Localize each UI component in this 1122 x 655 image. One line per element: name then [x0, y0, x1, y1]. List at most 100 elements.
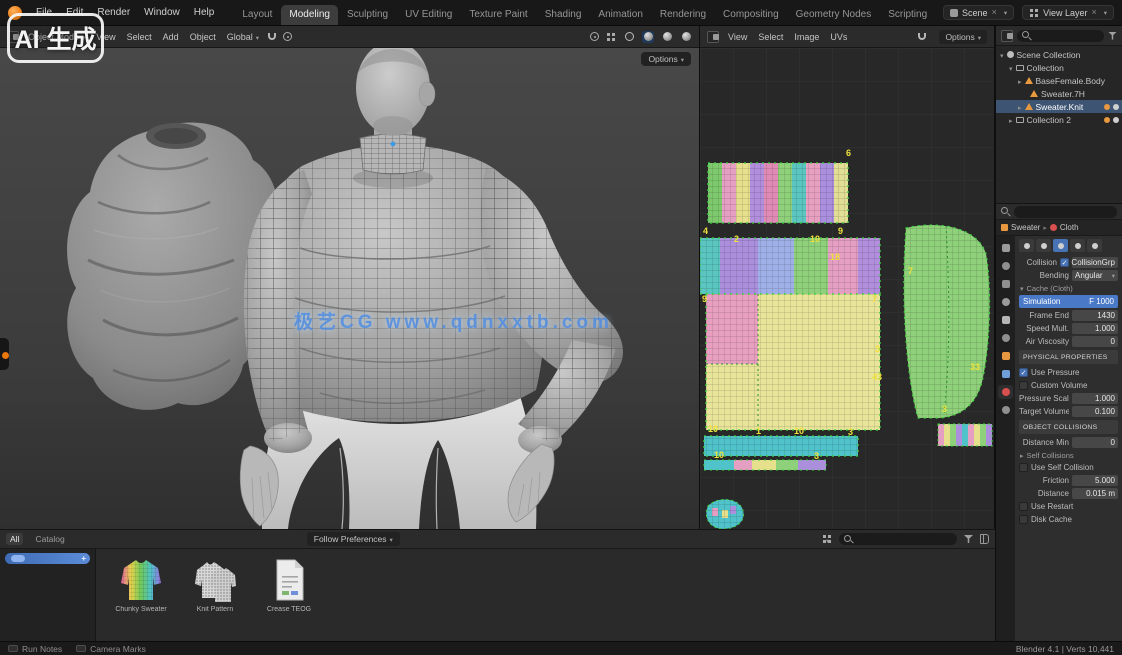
breadcrumb-panel[interactable]: Cloth — [1060, 223, 1079, 232]
asset-item[interactable]: Knit Pattern — [186, 554, 244, 639]
prop-field[interactable]: 0.100 — [1072, 406, 1118, 417]
section-physical-properties[interactable]: Physical Properties — [1019, 350, 1118, 364]
prop-checkbox[interactable] — [1060, 258, 1069, 267]
uv-island-sleeve[interactable] — [904, 225, 990, 418]
menu-add[interactable]: Add — [161, 31, 181, 43]
tab-animation[interactable]: Animation — [590, 5, 650, 25]
prop-field[interactable]: 5.000 — [1072, 475, 1118, 486]
uv-menu-uvs[interactable]: UVs — [828, 31, 849, 43]
menu-window[interactable]: Window — [138, 5, 186, 20]
collision-button[interactable] — [1036, 239, 1051, 252]
prop-row-simulation[interactable]: Simulation F 1000 — [1019, 295, 1118, 308]
asset-library-icon[interactable] — [980, 534, 989, 544]
transform-orientation-dropdown[interactable]: Global — [225, 31, 261, 43]
expand-icon[interactable] — [1018, 76, 1022, 86]
tab-tool[interactable] — [998, 241, 1013, 255]
uv-island-collar[interactable] — [706, 499, 743, 529]
tab-uv-editing[interactable]: UV Editing — [397, 5, 460, 25]
proportional-editing-icon[interactable] — [283, 32, 292, 41]
tab-object-data[interactable] — [998, 403, 1013, 417]
tab-modeling[interactable]: Modeling — [281, 5, 338, 25]
tab-physics[interactable] — [998, 385, 1013, 399]
tab-render[interactable] — [998, 259, 1013, 273]
prop-field[interactable]: 1.000 — [1072, 323, 1118, 334]
prop-field[interactable]: 1.000 — [1072, 393, 1118, 404]
visibility-icon[interactable] — [1113, 117, 1119, 123]
tab-geometry-nodes[interactable]: Geometry Nodes — [788, 5, 880, 25]
uv-options-dropdown[interactable]: Options — [939, 30, 987, 44]
force-field-button[interactable] — [1019, 239, 1034, 252]
tab-layout[interactable]: Layout — [234, 5, 280, 25]
menu-object[interactable]: Object — [188, 31, 218, 43]
overlays-icon[interactable] — [607, 33, 610, 36]
uv-menu-view[interactable]: View — [726, 31, 749, 43]
catalog-size-slider[interactable] — [5, 553, 90, 564]
outliner-item-collection[interactable]: Collection — [996, 61, 1122, 74]
menu-help[interactable]: Help — [188, 5, 221, 20]
filter-funnel-icon[interactable] — [964, 535, 973, 543]
expand-icon[interactable] — [1009, 115, 1013, 125]
cloth-button[interactable] — [1053, 239, 1068, 252]
outliner-filter-icon[interactable] — [1108, 32, 1117, 40]
tab-compositing[interactable]: Compositing — [715, 5, 787, 25]
outliner-item-basefemale[interactable]: BaseFemale.Body — [996, 74, 1122, 87]
prop-checkbox[interactable] — [1019, 381, 1028, 390]
display-mode-icon[interactable] — [823, 535, 826, 538]
properties-search-input[interactable] — [1014, 206, 1117, 218]
outliner-item-scene-collection[interactable]: Scene Collection — [996, 48, 1122, 61]
tab-modifiers[interactable] — [998, 367, 1013, 381]
asset-item[interactable]: Crease TEOG — [260, 554, 318, 639]
shading-material-button[interactable] — [661, 31, 673, 43]
outliner-item-sweater-7h[interactable]: Sweater.7H — [996, 87, 1122, 100]
prop-checkbox[interactable] — [1019, 463, 1028, 472]
prop-field[interactable]: 1430 — [1072, 310, 1118, 321]
shading-rendered-button[interactable] — [680, 31, 692, 43]
uv-island-cuff-band[interactable] — [708, 163, 848, 223]
uv-canvas[interactable]: 6 9 4 2 10 18 7 9 3 43 10 — [700, 48, 994, 529]
uv-menu-select[interactable]: Select — [756, 31, 785, 43]
scene-selector[interactable]: Scene × — [943, 5, 1014, 20]
uv-island-stripe-pack[interactable] — [938, 424, 992, 446]
expand-icon[interactable] — [1000, 50, 1004, 60]
prop-checkbox[interactable] — [1019, 515, 1028, 524]
breadcrumb-object[interactable]: Sweater — [1011, 223, 1040, 232]
prop-checkbox[interactable] — [1019, 368, 1028, 377]
uv-island-body[interactable] — [700, 238, 880, 430]
view-layer-selector[interactable]: View Layer × — [1022, 5, 1114, 20]
asset-item[interactable]: Chunky Sweater — [112, 554, 170, 639]
uv-editor-type-icon[interactable] — [707, 31, 719, 43]
prop-field[interactable]: 0 — [1072, 437, 1118, 448]
tab-texture-paint[interactable]: Texture Paint — [461, 5, 535, 25]
uv-menu-image[interactable]: Image — [792, 31, 821, 43]
prop-field[interactable]: 0.015 m — [1072, 488, 1118, 499]
visibility-icon[interactable] — [1113, 104, 1119, 110]
menu-select[interactable]: Select — [125, 31, 154, 43]
tab-scene[interactable] — [998, 313, 1013, 327]
outliner-item-sweater-knit[interactable]: Sweater.Knit — [996, 100, 1122, 113]
viewport-3d-canvas[interactable]: Options — [0, 48, 699, 529]
tab-object[interactable] — [998, 349, 1013, 363]
tab-rendering[interactable]: Rendering — [652, 5, 714, 25]
unlink-scene-icon[interactable]: × — [992, 8, 997, 17]
soft-body-button[interactable] — [1070, 239, 1085, 252]
outliner-search-input[interactable] — [1017, 30, 1104, 42]
tab-world[interactable] — [998, 331, 1013, 345]
tab-scripting[interactable]: Scripting — [880, 5, 935, 25]
prop-field[interactable]: CollisionGrp — [1072, 257, 1118, 268]
show-gizmo-icon[interactable] — [590, 32, 599, 41]
snap-magnet-icon[interactable] — [268, 33, 276, 40]
panel-header-self-collisions[interactable]: Self Collisions — [1017, 449, 1120, 461]
viewport-options-dropdown[interactable]: Options — [641, 52, 691, 66]
shading-wireframe-button[interactable] — [623, 31, 635, 43]
shading-solid-button[interactable] — [642, 31, 654, 43]
outliner-item-collection-2[interactable]: Collection 2 — [996, 113, 1122, 126]
uv-snap-icon[interactable] — [918, 33, 926, 40]
tab-shading[interactable]: Shading — [537, 5, 590, 25]
tab-sculpting[interactable]: Sculpting — [339, 5, 396, 25]
panel-header-cache[interactable]: Cache (Cloth) — [1017, 282, 1120, 294]
fluid-button[interactable] — [1087, 239, 1102, 252]
asset-tab-catalog[interactable]: Catalog — [31, 533, 68, 545]
expand-icon[interactable] — [1018, 102, 1022, 112]
import-method-dropdown[interactable]: Follow Preferences — [307, 532, 400, 546]
outliner-type-icon[interactable] — [1001, 30, 1013, 42]
